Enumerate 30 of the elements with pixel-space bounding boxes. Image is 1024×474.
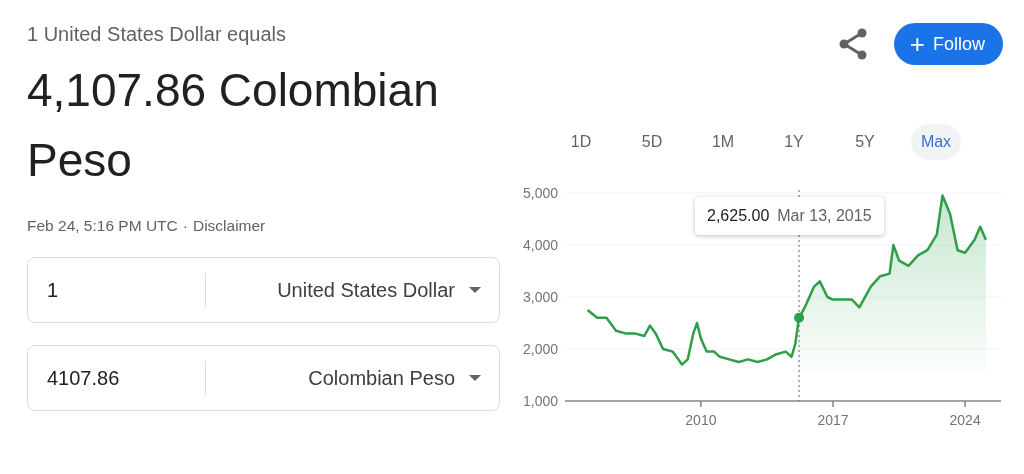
x-axis-label: 2010 (685, 412, 717, 428)
x-axis-label: 2017 (817, 412, 849, 428)
tooltip-value: 2,625.00 (707, 207, 770, 225)
y-axis-label: 4,000 (522, 237, 558, 253)
range-tab[interactable]: Max (911, 124, 961, 160)
y-axis-label: 1,000 (522, 393, 558, 409)
conversion-result: 4,107.86 Colombian Peso (27, 63, 440, 188)
currency-dropdown[interactable]: United States Dollar (206, 258, 499, 322)
separator: · (182, 217, 188, 235)
hover-dot (794, 312, 805, 323)
share-icon[interactable] (837, 28, 868, 60)
range-tab[interactable]: 1D (556, 124, 606, 160)
range-tab[interactable]: 1M (698, 124, 748, 160)
conversion-subtitle: 1 United States Dollar equals (27, 22, 288, 47)
follow-button[interactable]: + Follow (893, 23, 1003, 65)
range-tab[interactable]: 5Y (840, 124, 890, 160)
range-tab[interactable]: 5D (627, 124, 677, 160)
amount-input[interactable]: 1 (28, 273, 206, 307)
range-tab[interactable]: 1Y (769, 124, 819, 160)
y-axis-label: 3,000 (522, 289, 558, 305)
caret-icon (469, 287, 481, 293)
timestamp: Feb 24, 5:16 PM UTC (27, 217, 178, 235)
tooltip-date: Mar 13, 2015 (777, 207, 872, 225)
disclaimer-link[interactable]: Disclaimer (192, 217, 266, 235)
caret-icon (469, 375, 481, 381)
y-axis-label: 2,000 (522, 341, 558, 357)
amount-input[interactable]: 4107.86 (28, 361, 206, 395)
x-axis-label: 2024 (949, 412, 981, 428)
y-axis-label: 5,000 (522, 185, 558, 201)
currency-dropdown[interactable]: Colombian Peso (206, 346, 499, 410)
